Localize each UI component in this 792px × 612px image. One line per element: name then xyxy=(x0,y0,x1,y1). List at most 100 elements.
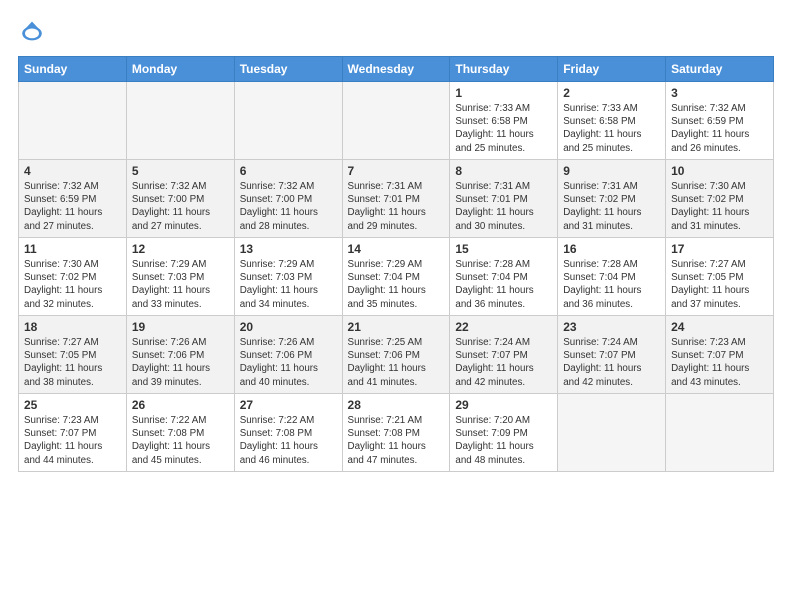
day-info: Sunrise: 7:28 AMSunset: 7:04 PMDaylight:… xyxy=(455,258,552,311)
day-number: 27 xyxy=(240,398,337,412)
day-info: Sunrise: 7:20 AMSunset: 7:09 PMDaylight:… xyxy=(455,414,552,467)
day-number: 12 xyxy=(132,242,229,256)
calendar-cell xyxy=(126,82,234,160)
day-info: Sunrise: 7:27 AMSunset: 7:05 PMDaylight:… xyxy=(671,258,768,311)
day-info: Sunrise: 7:22 AMSunset: 7:08 PMDaylight:… xyxy=(132,414,229,467)
calendar-cell: 12 Sunrise: 7:29 AMSunset: 7:03 PMDayligh… xyxy=(126,238,234,316)
day-info: Sunrise: 7:32 AMSunset: 6:59 PMDaylight:… xyxy=(671,102,768,155)
day-number: 4 xyxy=(24,164,121,178)
calendar-cell: 22 Sunrise: 7:24 AMSunset: 7:07 PMDayligh… xyxy=(450,316,558,394)
day-number: 9 xyxy=(563,164,660,178)
calendar-cell: 9 Sunrise: 7:31 AMSunset: 7:02 PMDaylight… xyxy=(558,160,666,238)
calendar-cell: 28Sunrise: 7:21 AMSunset: 7:08 PMDayligh… xyxy=(342,394,450,472)
day-info: Sunrise: 7:33 AMSunset: 6:58 PMDaylight:… xyxy=(455,102,552,155)
calendar-week-2: 4Sunrise: 7:32 AMSunset: 6:59 PMDaylight… xyxy=(19,160,774,238)
calendar-cell: 13 Sunrise: 7:29 AMSunset: 7:03 PMDayligh… xyxy=(234,238,342,316)
day-number: 20 xyxy=(240,320,337,334)
page: SundayMondayTuesdayWednesdayThursdayFrid… xyxy=(0,0,792,482)
day-number: 19 xyxy=(132,320,229,334)
calendar-cell: 5 Sunrise: 7:32 AMSunset: 7:00 PMDaylight… xyxy=(126,160,234,238)
calendar-cell: 17 Sunrise: 7:27 AMSunset: 7:05 PMDayligh… xyxy=(666,238,774,316)
calendar-cell: 10 Sunrise: 7:30 AMSunset: 7:02 PMDayligh… xyxy=(666,160,774,238)
calendar-cell: 20 Sunrise: 7:26 AMSunset: 7:06 PMDayligh… xyxy=(234,316,342,394)
calendar-week-5: 25 Sunrise: 7:23 AMSunset: 7:07 PMDayligh… xyxy=(19,394,774,472)
header-area xyxy=(18,18,774,46)
day-number: 18 xyxy=(24,320,121,334)
day-info: Sunrise: 7:25 AMSunset: 7:06 PMDaylight:… xyxy=(348,336,445,389)
day-info: Sunrise: 7:24 AMSunset: 7:07 PMDaylight:… xyxy=(563,336,660,389)
calendar-cell: 26 Sunrise: 7:22 AMSunset: 7:08 PMDayligh… xyxy=(126,394,234,472)
calendar-cell: 18 Sunrise: 7:27 AMSunset: 7:05 PMDayligh… xyxy=(19,316,127,394)
day-info: Sunrise: 7:29 AMSunset: 7:04 PMDaylight:… xyxy=(348,258,445,311)
day-info: Sunrise: 7:33 AMSunset: 6:58 PMDaylight:… xyxy=(563,102,660,155)
day-info: Sunrise: 7:31 AMSunset: 7:01 PMDaylight:… xyxy=(455,180,552,233)
calendar-cell: 6 Sunrise: 7:32 AMSunset: 7:00 PMDaylight… xyxy=(234,160,342,238)
day-number: 1 xyxy=(455,86,552,100)
calendar-cell: 14 Sunrise: 7:29 AMSunset: 7:04 PMDayligh… xyxy=(342,238,450,316)
calendar-cell: 19 Sunrise: 7:26 AMSunset: 7:06 PMDayligh… xyxy=(126,316,234,394)
calendar-cell: 16 Sunrise: 7:28 AMSunset: 7:04 PMDayligh… xyxy=(558,238,666,316)
day-info: Sunrise: 7:31 AMSunset: 7:02 PMDaylight:… xyxy=(563,180,660,233)
day-info: Sunrise: 7:26 AMSunset: 7:06 PMDaylight:… xyxy=(240,336,337,389)
day-info: Sunrise: 7:23 AMSunset: 7:07 PMDaylight:… xyxy=(671,336,768,389)
day-info: Sunrise: 7:29 AMSunset: 7:03 PMDaylight:… xyxy=(132,258,229,311)
day-info: Sunrise: 7:28 AMSunset: 7:04 PMDaylight:… xyxy=(563,258,660,311)
calendar-week-4: 18 Sunrise: 7:27 AMSunset: 7:05 PMDayligh… xyxy=(19,316,774,394)
day-info: Sunrise: 7:22 AMSunset: 7:08 PMDaylight:… xyxy=(240,414,337,467)
day-number: 21 xyxy=(348,320,445,334)
day-number: 14 xyxy=(348,242,445,256)
calendar-week-3: 11Sunrise: 7:30 AMSunset: 7:02 PMDayligh… xyxy=(19,238,774,316)
day-info: Sunrise: 7:32 AMSunset: 7:00 PMDaylight:… xyxy=(240,180,337,233)
calendar-cell: 29 Sunrise: 7:20 AMSunset: 7:09 PMDayligh… xyxy=(450,394,558,472)
day-info: Sunrise: 7:27 AMSunset: 7:05 PMDaylight:… xyxy=(24,336,121,389)
day-number: 24 xyxy=(671,320,768,334)
header-day-monday: Monday xyxy=(126,57,234,82)
calendar: SundayMondayTuesdayWednesdayThursdayFrid… xyxy=(18,56,774,472)
day-number: 29 xyxy=(455,398,552,412)
header-day-tuesday: Tuesday xyxy=(234,57,342,82)
calendar-cell: 8 Sunrise: 7:31 AMSunset: 7:01 PMDaylight… xyxy=(450,160,558,238)
calendar-cell: 11Sunrise: 7:30 AMSunset: 7:02 PMDayligh… xyxy=(19,238,127,316)
calendar-cell: 1 Sunrise: 7:33 AMSunset: 6:58 PMDaylight… xyxy=(450,82,558,160)
day-info: Sunrise: 7:23 AMSunset: 7:07 PMDaylight:… xyxy=(24,414,121,467)
day-info: Sunrise: 7:32 AMSunset: 7:00 PMDaylight:… xyxy=(132,180,229,233)
day-number: 8 xyxy=(455,164,552,178)
day-number: 2 xyxy=(563,86,660,100)
calendar-cell xyxy=(666,394,774,472)
day-info: Sunrise: 7:30 AMSunset: 7:02 PMDaylight:… xyxy=(24,258,121,311)
calendar-cell xyxy=(558,394,666,472)
day-number: 22 xyxy=(455,320,552,334)
calendar-cell: 23Sunrise: 7:24 AMSunset: 7:07 PMDayligh… xyxy=(558,316,666,394)
calendar-cell: 25 Sunrise: 7:23 AMSunset: 7:07 PMDayligh… xyxy=(19,394,127,472)
day-info: Sunrise: 7:29 AMSunset: 7:03 PMDaylight:… xyxy=(240,258,337,311)
header-day-wednesday: Wednesday xyxy=(342,57,450,82)
day-number: 16 xyxy=(563,242,660,256)
day-number: 17 xyxy=(671,242,768,256)
calendar-cell: 27 Sunrise: 7:22 AMSunset: 7:08 PMDayligh… xyxy=(234,394,342,472)
day-number: 5 xyxy=(132,164,229,178)
day-number: 25 xyxy=(24,398,121,412)
logo-icon xyxy=(18,18,46,46)
day-number: 13 xyxy=(240,242,337,256)
day-number: 26 xyxy=(132,398,229,412)
day-info: Sunrise: 7:30 AMSunset: 7:02 PMDaylight:… xyxy=(671,180,768,233)
calendar-cell xyxy=(19,82,127,160)
calendar-cell: 21 Sunrise: 7:25 AMSunset: 7:06 PMDayligh… xyxy=(342,316,450,394)
day-number: 28 xyxy=(348,398,445,412)
calendar-cell xyxy=(342,82,450,160)
logo xyxy=(18,18,52,46)
day-number: 15 xyxy=(455,242,552,256)
day-number: 7 xyxy=(348,164,445,178)
calendar-cell: 2 Sunrise: 7:33 AMSunset: 6:58 PMDaylight… xyxy=(558,82,666,160)
calendar-cell: 15 Sunrise: 7:28 AMSunset: 7:04 PMDayligh… xyxy=(450,238,558,316)
day-number: 10 xyxy=(671,164,768,178)
calendar-cell xyxy=(234,82,342,160)
header-day-saturday: Saturday xyxy=(666,57,774,82)
calendar-week-1: 1 Sunrise: 7:33 AMSunset: 6:58 PMDaylight… xyxy=(19,82,774,160)
day-info: Sunrise: 7:31 AMSunset: 7:01 PMDaylight:… xyxy=(348,180,445,233)
day-number: 6 xyxy=(240,164,337,178)
header-day-sunday: Sunday xyxy=(19,57,127,82)
calendar-cell: 7 Sunrise: 7:31 AMSunset: 7:01 PMDaylight… xyxy=(342,160,450,238)
day-info: Sunrise: 7:26 AMSunset: 7:06 PMDaylight:… xyxy=(132,336,229,389)
day-info: Sunrise: 7:24 AMSunset: 7:07 PMDaylight:… xyxy=(455,336,552,389)
